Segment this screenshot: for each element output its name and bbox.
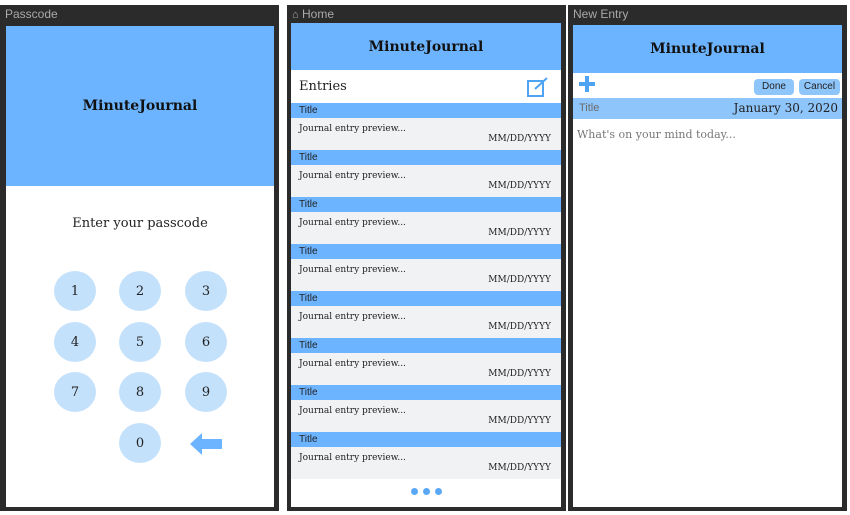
- compose-icon[interactable]: [527, 77, 549, 97]
- window-title: Passcode: [5, 7, 58, 21]
- backspace-arrow-icon[interactable]: [190, 433, 224, 455]
- entry-date: MM/DD/YYYY: [488, 181, 551, 191]
- entry-preview: Journal entry preview...: [299, 265, 406, 275]
- done-button[interactable]: Done: [754, 79, 794, 95]
- list-item[interactable]: Journal entry preview... MM/DD/YYYY: [291, 165, 561, 197]
- entry-preview: Journal entry preview...: [299, 453, 406, 463]
- new-entry-screen: MinuteJournal Done Cancel Title January …: [573, 25, 842, 507]
- passcode-window: Passcode MinuteJournal Enter your passco…: [0, 5, 279, 511]
- entry-body-input[interactable]: What's on your mind today...: [577, 128, 736, 141]
- list-item[interactable]: Journal entry preview... MM/DD/YYYY: [291, 400, 561, 432]
- entry-date: January 30, 2020: [733, 101, 838, 115]
- entry-date: MM/DD/YYYY: [488, 134, 551, 144]
- passcode-prompt: Enter your passcode: [72, 216, 208, 231]
- key-8[interactable]: 8: [119, 372, 161, 412]
- entries-bar: Entries: [291, 70, 561, 103]
- key-0[interactable]: 0: [119, 423, 161, 463]
- key-5[interactable]: 5: [119, 322, 161, 362]
- page-dot[interactable]: [422, 487, 430, 495]
- entry-preview: Journal entry preview...: [299, 312, 406, 322]
- page-dot[interactable]: [434, 487, 442, 495]
- entry-title[interactable]: Title: [291, 244, 561, 259]
- home-screen: MinuteJournal Entries Title Journal entry…: [291, 23, 561, 507]
- key-1[interactable]: 1: [54, 271, 96, 311]
- entry-date: MM/DD/YYYY: [488, 416, 551, 426]
- entry-title[interactable]: Title: [291, 150, 561, 165]
- header: MinuteJournal: [573, 25, 842, 73]
- passcode-screen: MinuteJournal Enter your passcode 1 2 3 …: [6, 26, 274, 507]
- entries-label: Entries: [299, 79, 347, 94]
- entry-toolbar: Done Cancel: [573, 73, 842, 98]
- key-9[interactable]: 9: [185, 372, 227, 412]
- home-icon: ⌂: [292, 9, 299, 21]
- window-title: Home: [302, 7, 335, 21]
- list-item[interactable]: Journal entry preview... MM/DD/YYYY: [291, 118, 561, 150]
- key-2[interactable]: 2: [119, 271, 161, 311]
- key-6[interactable]: 6: [185, 322, 227, 362]
- add-icon[interactable]: [577, 74, 597, 94]
- entry-preview: Journal entry preview...: [299, 218, 406, 228]
- entry-date: MM/DD/YYYY: [488, 275, 551, 285]
- entry-preview: Journal entry preview...: [299, 171, 406, 181]
- list-item[interactable]: Journal entry preview... MM/DD/YYYY: [291, 259, 561, 291]
- entry-preview: Journal entry preview...: [299, 124, 406, 134]
- home-window: ⌂ Home MinuteJournal Entries Title Journa…: [287, 5, 566, 511]
- entry-date: MM/DD/YYYY: [488, 322, 551, 332]
- window-titlebar: ⌂ Home: [287, 5, 566, 23]
- entry-preview: Journal entry preview...: [299, 359, 406, 369]
- entry-title[interactable]: Title: [291, 338, 561, 353]
- new-entry-window: New Entry MinuteJournal Done Cancel Titl…: [568, 5, 847, 511]
- list-item[interactable]: Journal entry preview... MM/DD/YYYY: [291, 306, 561, 338]
- page-dot[interactable]: [410, 487, 418, 495]
- key-3[interactable]: 3: [185, 271, 227, 311]
- key-7[interactable]: 7: [54, 372, 96, 412]
- entry-date: MM/DD/YYYY: [488, 228, 551, 238]
- app-title: MinuteJournal: [82, 98, 198, 114]
- entry-date: MM/DD/YYYY: [488, 369, 551, 379]
- cancel-button[interactable]: Cancel: [799, 79, 840, 95]
- list-item[interactable]: Journal entry preview... MM/DD/YYYY: [291, 353, 561, 385]
- entry-date: MM/DD/YYYY: [488, 463, 551, 473]
- entry-preview: Journal entry preview...: [299, 406, 406, 416]
- entry-title[interactable]: Title: [291, 103, 561, 118]
- app-title: MinuteJournal: [650, 41, 765, 57]
- entry-title[interactable]: Title: [291, 385, 561, 400]
- entries-list: Title Journal entry preview... MM/DD/YYYY T…: [291, 103, 561, 479]
- window-title: New Entry: [573, 7, 629, 21]
- header: MinuteJournal: [6, 26, 274, 186]
- header: MinuteJournal: [291, 23, 561, 70]
- entry-title[interactable]: Title: [291, 432, 561, 447]
- list-item[interactable]: Journal entry preview... MM/DD/YYYY: [291, 212, 561, 244]
- page-indicator[interactable]: [291, 481, 561, 501]
- app-title: MinuteJournal: [368, 38, 484, 55]
- list-item[interactable]: Journal entry preview... MM/DD/YYYY: [291, 447, 561, 479]
- title-row: Title January 30, 2020: [573, 98, 842, 119]
- key-4[interactable]: 4: [54, 322, 96, 362]
- entry-title[interactable]: Title: [291, 197, 561, 212]
- title-input[interactable]: Title: [579, 102, 599, 114]
- entry-title[interactable]: Title: [291, 291, 561, 306]
